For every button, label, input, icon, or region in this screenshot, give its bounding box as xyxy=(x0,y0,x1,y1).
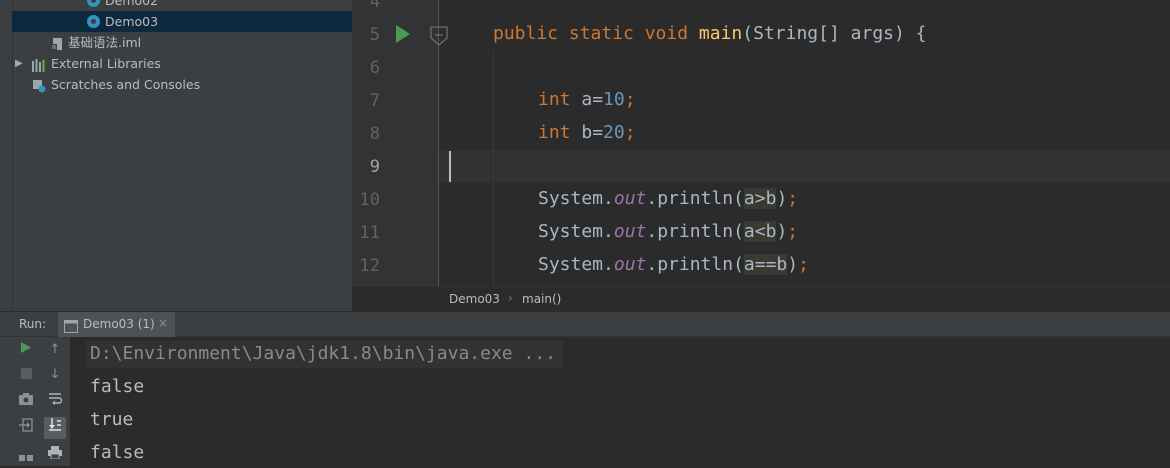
tree-item-demo02[interactable]: Demo02 xyxy=(12,0,352,11)
run-config-icon xyxy=(64,318,78,337)
login-icon[interactable] xyxy=(16,418,36,438)
close-tab-icon[interactable]: × xyxy=(158,316,168,330)
run-tool-header: Run: Demo03 (1) × xyxy=(0,311,1170,337)
tree-item-iml-file[interactable]: 基础语法.iml xyxy=(12,32,352,53)
console-line: false xyxy=(90,376,145,397)
code-line-7: int a=10; xyxy=(538,89,636,110)
line-number-current: 9 xyxy=(369,157,380,177)
console-command-line: D:\Environment\Java\jdk1.8\bin\java.exe … xyxy=(90,343,556,364)
up-arrow-icon[interactable]: ↑ xyxy=(45,340,65,360)
breadcrumb-separator: › xyxy=(508,291,513,305)
module-file-icon xyxy=(51,36,64,50)
breadcrumb: Demo03 › main() xyxy=(352,286,1170,311)
library-icon xyxy=(32,57,45,72)
java-class-icon xyxy=(87,15,100,28)
scratches-icon xyxy=(32,78,46,93)
breadcrumb-class[interactable]: Demo03 xyxy=(449,292,500,306)
breadcrumb-method[interactable]: main() xyxy=(522,292,561,306)
scroll-to-end-icon[interactable] xyxy=(44,417,66,439)
run-main-icon[interactable] xyxy=(395,24,411,48)
line-number: 12 xyxy=(359,256,380,276)
line-number: 8 xyxy=(369,124,380,144)
soft-wrap-icon[interactable] xyxy=(45,392,65,412)
indent-guide xyxy=(493,52,494,286)
run-label: Run: xyxy=(19,317,47,331)
caret-row-highlight xyxy=(439,150,1170,183)
line-number: 6 xyxy=(369,58,380,78)
fold-marker-icon[interactable] xyxy=(430,26,448,50)
line-number: 4 xyxy=(369,0,380,12)
line-number: 11 xyxy=(359,223,380,243)
console-line: false xyxy=(90,442,145,463)
code-line-8: int b=20; xyxy=(538,122,636,143)
code-line-12: System.out.println(a==b); xyxy=(538,254,809,275)
line-number: 10 xyxy=(359,190,380,210)
java-class-icon xyxy=(87,0,100,7)
rerun-icon[interactable] xyxy=(16,341,36,361)
run-tab-demo03[interactable]: Demo03 (1) × xyxy=(58,312,175,337)
project-tree: Demo02 Demo03 基础语法.iml ▶ External Librar… xyxy=(0,0,352,311)
tree-item-external-libraries[interactable]: ▶ External Libraries xyxy=(12,53,352,74)
tree-item-scratches[interactable]: Scratches and Consoles xyxy=(12,74,352,95)
console-line: true xyxy=(90,409,134,430)
code-line-11: System.out.println(a<b); xyxy=(538,221,799,242)
layout-icon[interactable] xyxy=(16,447,36,467)
stop-icon[interactable] xyxy=(16,366,36,386)
code-line-10: System.out.println(a>b); xyxy=(538,188,799,209)
run-toolbar: ↑ ↓ xyxy=(0,337,70,466)
print-icon[interactable] xyxy=(45,445,65,465)
run-tab-label: Demo03 (1) xyxy=(83,317,155,331)
down-arrow-icon[interactable]: ↓ xyxy=(45,365,65,385)
text-caret xyxy=(449,151,451,182)
tree-item-demo03[interactable]: Demo03 xyxy=(12,11,352,32)
line-number: 5 xyxy=(369,25,380,45)
code-line-5: public static void main(String[] args) { xyxy=(493,23,927,44)
line-number: 7 xyxy=(369,91,380,111)
camera-icon[interactable] xyxy=(16,392,36,412)
expand-arrow-icon[interactable]: ▶ xyxy=(15,53,23,74)
